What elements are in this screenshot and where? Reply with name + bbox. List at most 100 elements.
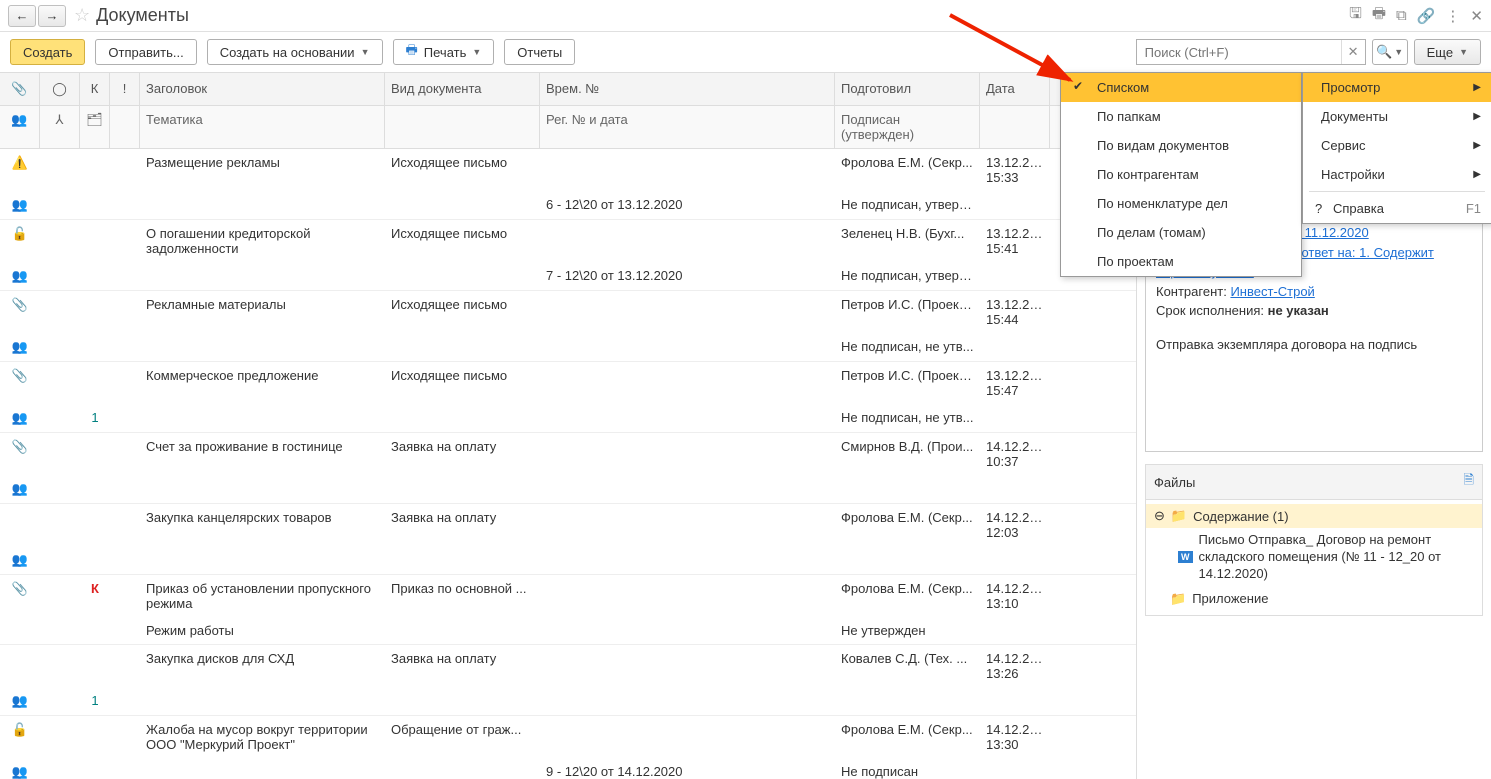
col-type[interactable]: Вид документа [385, 73, 540, 105]
col-date[interactable]: Дата [980, 73, 1050, 105]
reports-label: Отчеты [517, 45, 562, 60]
search-button[interactable]: 🔍▼ [1372, 39, 1408, 65]
menu-item-help[interactable]: ?СправкаF1 [1303, 194, 1491, 223]
send-button[interactable]: Отправить... [95, 39, 196, 65]
chevron-right-icon: ▶ [1473, 111, 1481, 122]
menu-item-По папкам[interactable]: По папкам [1061, 102, 1301, 131]
link-icon[interactable]: 🔗 [1417, 7, 1436, 25]
group-icon: 👥 [12, 481, 28, 496]
reports-button[interactable]: Отчеты [504, 39, 575, 65]
col-blank [110, 106, 140, 148]
print-icon[interactable]: 🖶 [1372, 3, 1386, 28]
col-reg[interactable]: Врем. № [540, 73, 835, 105]
table-row[interactable]: 📎Рекламные материалыИсходящее письмоПетр… [0, 291, 1136, 362]
back-button[interactable]: ← [8, 5, 36, 27]
col-important[interactable]: ! [110, 73, 140, 105]
kebab-icon[interactable]: ⋮ [1445, 7, 1460, 25]
menu-item-По номенклатуре дел[interactable]: По номенклатуре дел [1061, 189, 1301, 218]
create-based-button[interactable]: Создать на основании▼ [207, 39, 383, 65]
col-attach[interactable]: 📎 [0, 73, 40, 105]
create-button[interactable]: Создать [10, 39, 85, 65]
group-icon: 👥 [12, 339, 28, 354]
menu-item-По проектам[interactable]: По проектам [1061, 247, 1301, 276]
group-icon: 👥 [12, 693, 28, 708]
group-icon: 👥 [12, 268, 28, 283]
search-clear-button[interactable]: ✕ [1341, 40, 1365, 64]
desc-body: Отправка экземпляра договора на подпись [1156, 335, 1472, 355]
desc-deadline-label: Срок исполнения: [1156, 303, 1268, 318]
word-icon: W [1178, 551, 1193, 563]
group-icon: 👥 [12, 197, 28, 212]
lock-icon: 🔓 [12, 722, 28, 737]
tree-root[interactable]: ⊖ 📁 Содержание (1) [1146, 504, 1482, 528]
menu-item-Сервис[interactable]: Сервис▶ [1303, 131, 1491, 160]
table-row[interactable]: Закупка дисков для СХДЗаявка на оплатуКо… [0, 645, 1136, 716]
paperclip-icon: 📎 [12, 581, 28, 596]
col-topic[interactable]: Тематика [140, 106, 385, 148]
table-row[interactable]: 📎Счет за проживание в гостиницеЗаявка на… [0, 433, 1136, 504]
table-row[interactable]: ⚠️Размещение рекламыИсходящее письмоФрол… [0, 149, 1136, 220]
group-icon: 👥 [12, 410, 28, 425]
collapse-icon[interactable]: ⊖ [1154, 508, 1165, 524]
tree-root-label: Содержание (1) [1193, 509, 1288, 524]
col-regdate[interactable]: Рег. № и дата [540, 106, 835, 148]
menu-item-Настройки[interactable]: Настройки▶ [1303, 160, 1491, 189]
add-file-icon[interactable]: 🗎 [1464, 471, 1474, 493]
page-title: Документы [96, 5, 189, 26]
menu-item-Просмотр[interactable]: Просмотр▶ [1303, 73, 1491, 102]
files-head: Файлы 🗎 [1145, 464, 1483, 500]
save-icon[interactable]: 🖫 [1349, 3, 1362, 28]
menu-item-Списком[interactable]: ✔Списком [1061, 73, 1301, 102]
favorite-icon[interactable]: ☆ [74, 5, 90, 26]
toolbar: Создать Отправить... Создать на основани… [0, 32, 1491, 72]
forward-button[interactable]: → [38, 5, 66, 27]
tree-attachments[interactable]: 📁Приложение [1146, 587, 1482, 611]
menu-item-Документы[interactable]: Документы▶ [1303, 102, 1491, 131]
desc-contractor-label: Контрагент: [1156, 284, 1230, 299]
paperclip-icon: 📎 [12, 368, 28, 383]
chevron-down-icon: ▼ [1459, 47, 1468, 57]
list-header: 📎 ◯ К ! Заголовок Вид документа Врем. № … [0, 72, 1136, 106]
col-participants[interactable]: 👥 [0, 106, 40, 148]
print-button[interactable]: 🖶 Печать ▼ [393, 39, 495, 65]
window-icon[interactable]: ⧉ [1396, 7, 1407, 24]
create-based-label: Создать на основании [220, 45, 355, 60]
col-status[interactable]: ◯ [40, 73, 80, 105]
table-row[interactable]: 📎КПриказ об установлении пропускного реж… [0, 575, 1136, 645]
search-box: ✕ [1136, 39, 1366, 65]
table-row[interactable]: 🔓О погашении кредиторской задолженностиИ… [0, 220, 1136, 291]
lock-icon: 🔓 [12, 226, 28, 241]
chevron-down-icon: ▼ [472, 47, 481, 57]
group-icon: 👥 [12, 764, 28, 779]
view-submenu: ✔СпискомПо папкамПо видам документовПо к… [1060, 72, 1302, 277]
col-hierarchy[interactable]: ⅄ [40, 106, 80, 148]
files-label: Файлы [1154, 475, 1195, 490]
col-card[interactable]: 🗂 [80, 106, 110, 148]
more-button[interactable]: Еще▼ [1414, 39, 1481, 65]
menu-item-По контрагентам[interactable]: По контрагентам [1061, 160, 1301, 189]
printer-icon: 🖶 [406, 41, 418, 63]
menu-item-По видам документов[interactable]: По видам документов [1061, 131, 1301, 160]
col-title[interactable]: Заголовок [140, 73, 385, 105]
document-list: 📎 ◯ К ! Заголовок Вид документа Врем. № … [0, 72, 1136, 779]
col-prep[interactable]: Подготовил [835, 73, 980, 105]
file-tree: ⊖ 📁 Содержание (1) W Письмо Отправка_ Догов… [1145, 500, 1483, 616]
folder-icon: 📁 [1170, 591, 1186, 607]
tree-doc-label: Письмо Отправка_ Договор на ремонт склад… [1199, 532, 1475, 583]
desc-deadline-value: не указан [1268, 303, 1329, 318]
tree-doc[interactable]: W Письмо Отправка_ Договор на ремонт скла… [1146, 528, 1482, 587]
menu-item-По делам (томам)[interactable]: По делам (томам) [1061, 218, 1301, 247]
print-label: Печать [424, 45, 467, 60]
col-k[interactable]: К [80, 73, 110, 105]
table-row[interactable]: 📎Коммерческое предложениеИсходящее письм… [0, 362, 1136, 433]
chevron-right-icon: ▶ [1473, 82, 1481, 93]
desc-contractor-link[interactable]: Инвест-Строй [1230, 284, 1314, 299]
table-row[interactable]: 🔓Жалоба на мусор вокруг территории ООО "… [0, 716, 1136, 779]
col-blank2 [385, 106, 540, 148]
table-row[interactable]: Закупка канцелярских товаровЗаявка на оп… [0, 504, 1136, 575]
send-label: Отправить... [108, 45, 183, 60]
close-icon[interactable]: ✕ [1470, 7, 1483, 25]
folder-icon: 📁 [1171, 508, 1187, 524]
search-input[interactable] [1137, 40, 1341, 64]
col-signed[interactable]: Подписан (утвержден) [835, 106, 980, 148]
